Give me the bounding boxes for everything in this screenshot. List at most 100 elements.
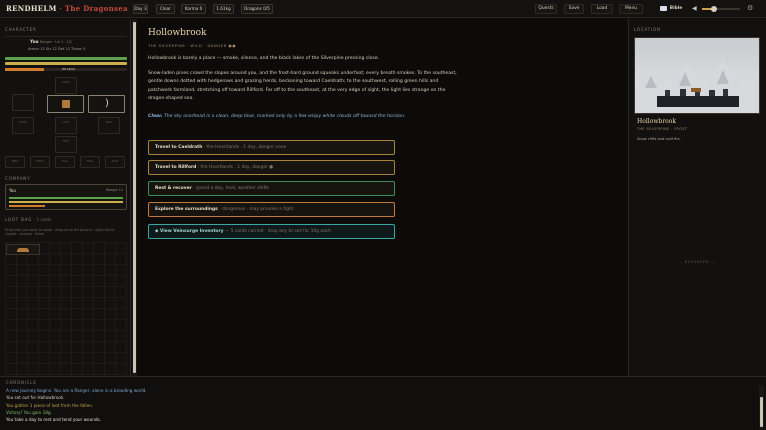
menu-button[interactable]: Menu xyxy=(619,4,643,14)
chronicle-log: CHRONICLE A new journey begins. You are … xyxy=(0,376,766,430)
equip-slot-belt[interactable]: BELT xyxy=(5,156,25,168)
weight-chip: 1.61kg xyxy=(213,4,234,14)
equip-slot-head[interactable]: HEAD xyxy=(55,77,77,94)
equip-slot-neck[interactable]: NECK xyxy=(30,156,50,168)
loot-title: LOOT BAG xyxy=(5,217,33,222)
dragons-chip: Dragons 0/5 xyxy=(241,4,273,14)
option-label: Rest & recover xyxy=(155,186,192,191)
location-description: Snow-laden pines crowd the slopes around… xyxy=(148,71,457,102)
save-button[interactable]: Save xyxy=(564,4,584,14)
day-chip: Day 3 xyxy=(133,4,148,14)
location-title: Hollowbrook xyxy=(148,28,207,38)
slot-label: TOOL xyxy=(86,160,94,163)
weather-chip: Clear xyxy=(156,4,175,14)
chronicle-scroll-thumb[interactable] xyxy=(760,397,763,427)
company-member-card[interactable]: You Ranger L1 xyxy=(5,184,127,210)
slot-label: RING xyxy=(105,121,113,124)
equip-slot-legs[interactable]: LEGS xyxy=(55,117,77,134)
member-xp-bar xyxy=(9,205,45,207)
member-hp-bar xyxy=(9,197,123,199)
equip-slot-chest[interactable] xyxy=(47,95,84,113)
volume-thumb[interactable] xyxy=(711,6,717,12)
slot-label: BAG xyxy=(62,160,68,163)
slot-label: HAND xyxy=(19,121,27,124)
bow-icon: ) xyxy=(105,98,109,109)
equip-slot-ring[interactable]: RING xyxy=(98,117,120,134)
option-explore[interactable]: Explore the surroundings · dangerous · m… xyxy=(148,202,395,217)
company-section-title: COMPANY xyxy=(5,176,31,181)
stamina-bar xyxy=(5,62,127,65)
center-scrollbar[interactable] xyxy=(132,19,137,376)
equip-slot-hand[interactable]: HAND xyxy=(12,117,34,134)
hp-bar xyxy=(5,57,127,60)
karma-chip: Karma 0 xyxy=(181,4,206,14)
location-section-title: LOCATION xyxy=(634,27,661,32)
load-button[interactable]: Load xyxy=(591,4,613,14)
quests-button[interactable]: Quests xyxy=(535,4,557,14)
weather-description: Clear. The sky overhead is a clean, deep… xyxy=(148,113,458,122)
right-panel: LOCATION Hollowbrook THE SILVERPINE · FR… xyxy=(628,19,766,376)
book-icon[interactable] xyxy=(660,6,667,11)
equip-slot-tool[interactable]: TOOL xyxy=(80,156,100,168)
loot-count: · 1 cards xyxy=(34,217,52,222)
location-intro: Hollowbrook is barely a place — smoke, s… xyxy=(148,56,380,61)
top-bar: RENDHELM · The Dragonsea Day 3 Clear Kar… xyxy=(0,0,766,18)
bible-button[interactable]: Bible xyxy=(668,4,684,14)
chronicle-line: Victory! You gain 18g. xyxy=(6,410,52,415)
equip-slot-main-hand[interactable]: ) xyxy=(88,95,125,113)
option-rest-recover[interactable]: Rest & recover · spend a day, heal, weat… xyxy=(148,181,395,196)
reserved-placeholder: — RESERVED — xyxy=(678,260,716,264)
main-narrative-panel: Hollowbrook THE SILVERPINE · WILD · DANG… xyxy=(138,19,626,376)
xp-fill xyxy=(5,68,44,71)
chronicle-line: A new journey begins. You are a Ranger, … xyxy=(6,388,147,393)
option-detail: · dangerous · may provoke a fight xyxy=(219,207,294,212)
option-travel-rillford[interactable]: Travel to Rillford · the Heartlands · 1 … xyxy=(148,160,395,175)
character-section-title: CHARACTER xyxy=(5,27,37,32)
loot-grid[interactable] xyxy=(5,242,127,375)
equip-slot-feet[interactable]: FEET xyxy=(55,136,77,153)
slot-label: NECK xyxy=(36,160,44,163)
character-name: You xyxy=(30,39,39,44)
member-stamina-bar xyxy=(9,201,123,203)
option-detail: · the Heartlands · 1 day, danger none xyxy=(203,145,287,150)
volume-slider[interactable] xyxy=(702,6,740,12)
option-label: Travel to Rillford xyxy=(155,165,197,170)
equip-slot-bag[interactable]: BAG xyxy=(55,156,75,168)
brand-name: RENDHELM xyxy=(6,4,57,13)
location-image xyxy=(634,37,760,114)
slot-label: FEET xyxy=(62,140,70,143)
loot-hint: Drag onto your body to equip · drag out … xyxy=(5,228,115,237)
option-label: Explore the surroundings xyxy=(155,207,218,212)
option-travel-caeldrath[interactable]: Travel to Caeldrath · the Heartlands · 1… xyxy=(148,140,395,155)
location-name: Hollowbrook xyxy=(637,118,676,125)
loot-card[interactable] xyxy=(6,244,40,255)
option-view-inventory[interactable]: ◆ View Veinsurge Inventory — 5 cards car… xyxy=(148,224,395,239)
speaker-icon[interactable]: ◀ xyxy=(692,6,697,12)
gear-icon[interactable]: ⚙ xyxy=(747,4,753,12)
slot-label: PACK xyxy=(111,160,119,163)
slot-label: HEAD xyxy=(62,81,70,84)
scrollbar-thumb[interactable] xyxy=(133,22,136,373)
divider xyxy=(5,36,127,37)
member-role: Ranger L1 xyxy=(105,188,123,192)
character-name-line: You Ranger · Lvl 1 · 2/1 xyxy=(30,39,72,44)
location-tags: THE SILVERPINE · WILD · DANGER ●● xyxy=(148,43,237,48)
brand-separator: · xyxy=(56,4,65,13)
option-label: Travel to Caeldrath xyxy=(155,145,203,150)
loot-section-title: LOOT BAG · 1 cards xyxy=(5,217,51,222)
brand-title: RENDHELM · The Dragonsea xyxy=(6,4,128,13)
location-short-desc: Snow cliffs and cold firs. xyxy=(637,137,681,141)
equip-slot-left[interactable] xyxy=(12,94,34,111)
brand-subtitle: The Dragonsea xyxy=(64,4,128,13)
snowy-landscape-illustration xyxy=(635,60,759,113)
slot-label: BELT xyxy=(11,160,19,163)
chronicle-section-title: CHRONICLE xyxy=(6,380,37,385)
location-region: THE SILVERPINE · FROST xyxy=(637,127,688,131)
option-detail: — 5 cards carried · drop any to sell for… xyxy=(224,229,331,234)
option-label: ◆ View Veinsurge Inventory xyxy=(155,229,224,234)
chronicle-scrollbar[interactable] xyxy=(759,385,764,429)
character-class: Ranger · Lvl 1 · 2/1 xyxy=(39,40,72,44)
chronicle-line: You gather 1 piece of loot from the fall… xyxy=(6,403,94,408)
equip-slot-pack[interactable]: PACK xyxy=(105,156,125,168)
slot-label: LEGS xyxy=(62,121,70,124)
